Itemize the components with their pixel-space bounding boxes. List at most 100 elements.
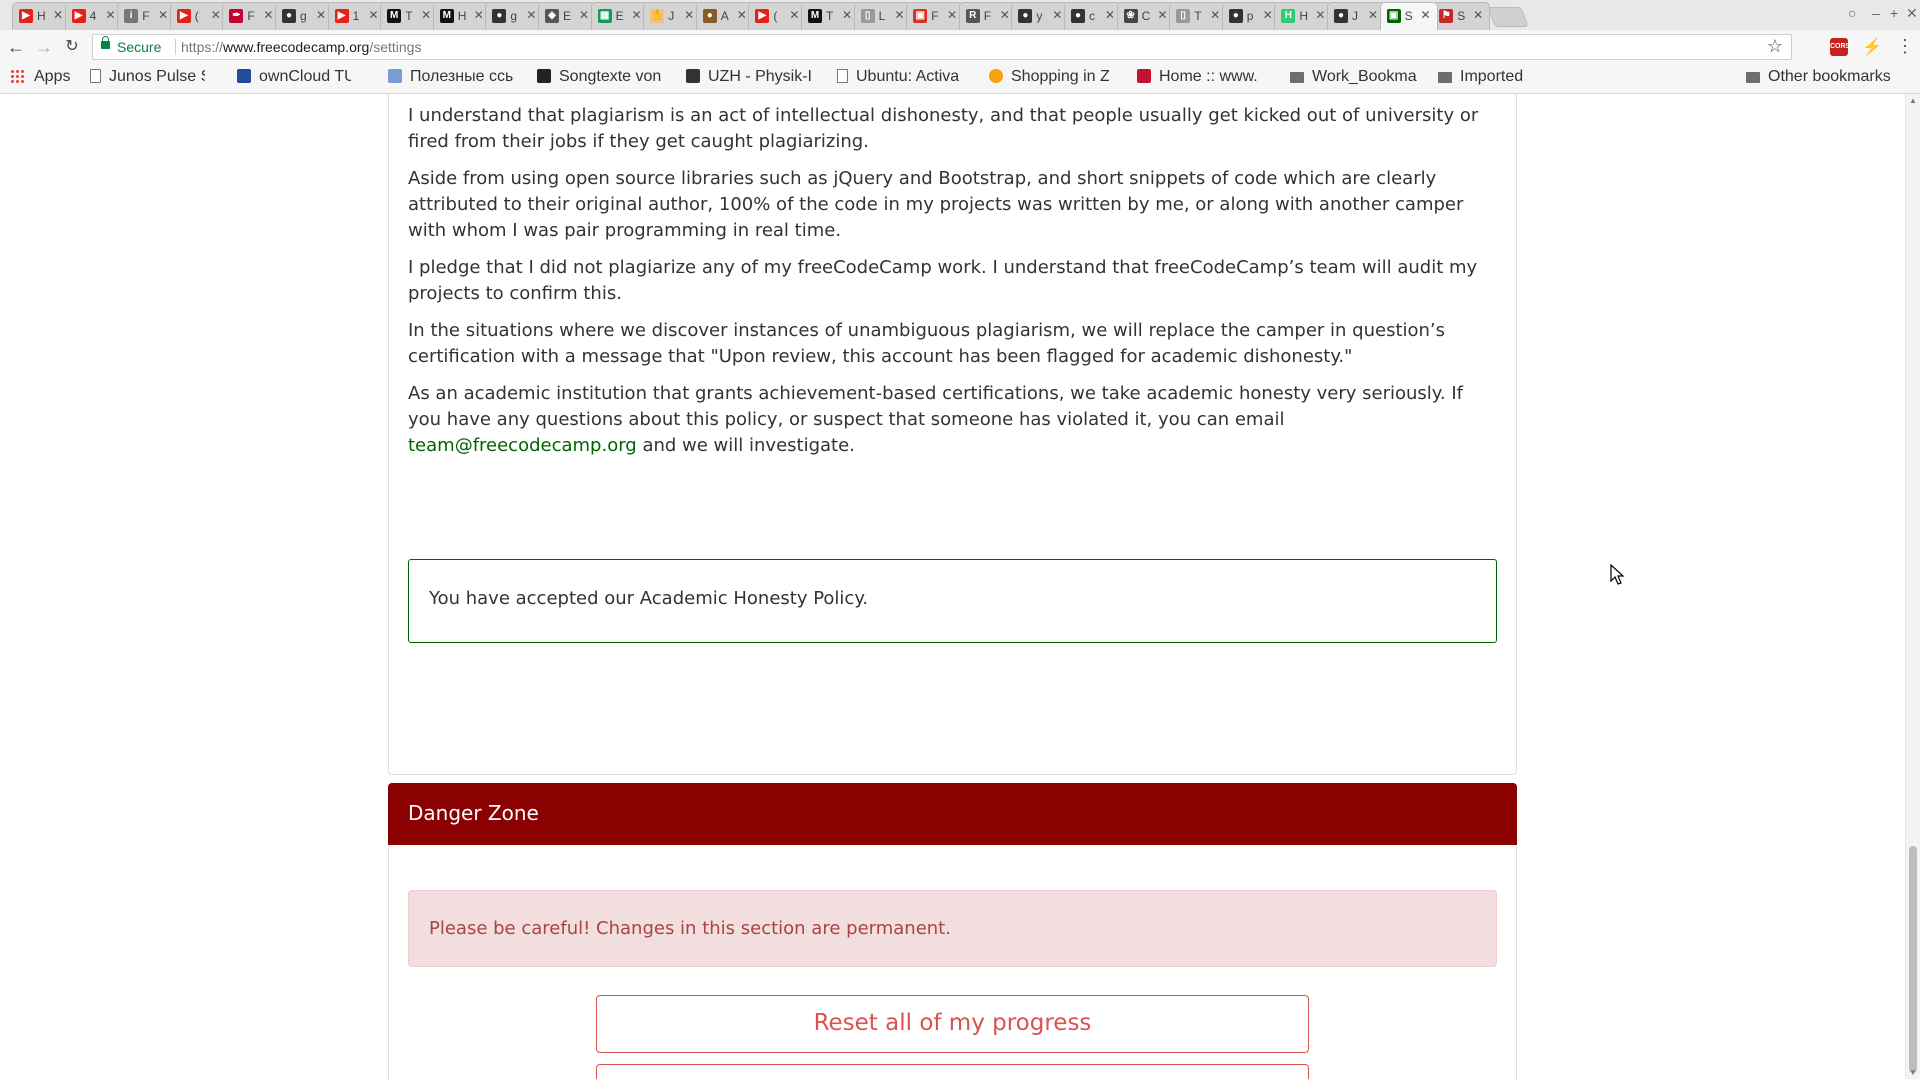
scroll-down-icon[interactable]: ▼ — [1909, 1068, 1917, 1077]
browser-tab[interactable]: ▯ T ✕ — [1169, 2, 1228, 30]
tab-close-icon[interactable]: ✕ — [263, 8, 273, 22]
minimize-icon[interactable]: – — [1872, 5, 1880, 21]
maximize-icon[interactable]: + — [1890, 5, 1898, 21]
bookmark-star-icon[interactable]: ☆ — [1767, 36, 1783, 57]
bookmark-item[interactable]: Imported — [1438, 68, 1523, 86]
url-text[interactable]: https://www.freecodecamp.org/settings — [181, 39, 421, 55]
tab-close-icon[interactable]: ✕ — [474, 8, 484, 22]
browser-tab[interactable]: ▦ E ✕ — [590, 2, 649, 30]
bookmark-item[interactable]: UZH - Physik-I — [686, 68, 812, 86]
browser-tab[interactable]: R F ✕ — [958, 2, 1017, 30]
tab-close-icon[interactable]: ✕ — [1052, 8, 1062, 22]
tab-close-icon[interactable]: ✕ — [947, 8, 957, 22]
next-danger-button[interactable] — [596, 1064, 1309, 1079]
browser-tab[interactable]: ● c ✕ — [1064, 2, 1122, 30]
bookmark-item[interactable]: Junos Pulse Se — [90, 68, 205, 86]
tab-close-icon[interactable]: ✕ — [1105, 8, 1115, 22]
browser-tab[interactable]: ▣ F ✕ — [906, 2, 965, 30]
browser-tab[interactable]: ● p ✕ — [1221, 2, 1280, 30]
page-scrollbar[interactable]: ▲ ▼ — [1905, 94, 1920, 1079]
extension-cors-icon[interactable]: CORS — [1830, 38, 1850, 56]
browser-tab[interactable]: ✋ J ✕ — [643, 2, 702, 30]
honesty-paragraph-3: I pledge that I did not plagiarize any o… — [408, 257, 1478, 304]
extension-bolt-icon[interactable]: ⚡ — [1862, 37, 1882, 57]
tab-close-icon[interactable]: ✕ — [53, 8, 63, 22]
tab-close-icon[interactable]: ✕ — [316, 8, 326, 22]
browser-tab[interactable]: ▶ H ✕ — [12, 2, 70, 30]
browser-menu-icon[interactable]: ⋮ — [1896, 36, 1914, 57]
browser-tab[interactable]: i F ✕ — [117, 2, 176, 30]
tab-close-icon[interactable]: ✕ — [106, 8, 116, 22]
browser-tab[interactable]: M T ✕ — [380, 2, 439, 30]
tab-close-icon[interactable]: ✕ — [632, 8, 642, 22]
browser-tab[interactable]: ▶(✕ — [169, 2, 228, 30]
scroll-thumb[interactable] — [1909, 846, 1917, 1073]
browser-tab[interactable]: M H ✕ — [432, 2, 491, 30]
tab-close-icon[interactable]: ✕ — [158, 8, 168, 22]
bookmark-item[interactable]: Shopping in Zi — [989, 68, 1109, 86]
browser-tab[interactable]: ▯ L ✕ — [853, 2, 912, 30]
bookmark-item[interactable]: Songtexte von — [537, 68, 661, 86]
tab-title: H — [37, 9, 46, 23]
reload-icon[interactable]: ↻ — [60, 35, 84, 59]
profile-icon[interactable]: ○ — [1848, 5, 1856, 21]
tab-close-icon[interactable]: ✕ — [1473, 8, 1483, 22]
address-bar[interactable]: Secure https://www.freecodecamp.org/sett… — [92, 34, 1792, 60]
tab-close-icon[interactable]: ✕ — [1368, 8, 1378, 22]
browser-tab[interactable]: ● g ✕ — [485, 2, 544, 30]
new-tab-button[interactable] — [1487, 7, 1529, 27]
tab-close-icon[interactable]: ✕ — [421, 8, 431, 22]
back-arrow-icon[interactable]: ← — [4, 35, 28, 59]
bookmark-item[interactable]: ownCloud TU — [237, 68, 351, 86]
bookmark-item[interactable]: Work_Bookma — [1290, 68, 1417, 86]
bookmark-label: Songtexte von — [559, 68, 662, 85]
bookmark-other[interactable]: Other bookmarks — [1746, 68, 1891, 86]
tab-close-icon[interactable]: ✕ — [579, 8, 589, 22]
bookmark-apps[interactable]: Apps — [10, 68, 70, 86]
flag-favicon-icon: ⚑ — [1439, 9, 1454, 23]
bookmark-item[interactable]: Home :: www. — [1137, 68, 1258, 86]
orange-circle-icon — [989, 69, 1003, 83]
browser-tab[interactable]: ▶ 4 ✕ — [64, 2, 123, 30]
tab-close-icon[interactable]: ✕ — [1158, 8, 1168, 22]
tab-close-icon[interactable]: ✕ — [684, 8, 694, 22]
tab-close-icon[interactable]: ✕ — [1263, 8, 1273, 22]
browser-tab[interactable]: ● J ✕ — [1327, 2, 1385, 30]
browser-tab[interactable]: H H ✕ — [1274, 2, 1333, 30]
forward-arrow-icon[interactable]: → — [32, 35, 56, 59]
browser-tab[interactable]: ◆ E ✕ — [538, 2, 596, 30]
tab-close-icon[interactable]: ✕ — [789, 8, 799, 22]
browser-tab[interactable]: ▶ 1 ✕ — [327, 2, 386, 30]
browser-tab[interactable]: ✒ F ✕ — [222, 2, 281, 30]
email-link[interactable]: team@freecodecamp.org — [408, 435, 637, 456]
browser-tab[interactable]: ❀ C ✕ — [1116, 2, 1175, 30]
window-close-icon[interactable]: ✕ — [1906, 5, 1918, 22]
tab-title: T — [405, 9, 413, 23]
bookmark-item[interactable]: Ubuntu: Activa — [837, 68, 959, 86]
browser-toolbar: ← → ↻ Secure https://www.freecodecamp.or… — [0, 30, 1920, 64]
accepted-policy-box: You have accepted our Academic Honesty P… — [408, 559, 1497, 643]
scroll-up-icon[interactable]: ▲ — [1909, 96, 1917, 105]
browser-tab[interactable]: ▣ S ✕ — [1379, 2, 1438, 30]
browser-tab[interactable]: ● A ✕ — [695, 2, 754, 30]
tab-close-icon[interactable]: ✕ — [1315, 8, 1325, 22]
browser-tab[interactable]: ⚑ S ✕ — [1432, 2, 1491, 30]
tab-close-icon[interactable]: ✕ — [895, 8, 905, 22]
tab-close-icon[interactable]: ✕ — [737, 8, 747, 22]
browser-tab[interactable]: ● y ✕ — [1011, 2, 1070, 30]
tab-close-icon[interactable]: ✕ — [369, 8, 379, 22]
bookmark-item[interactable]: Полезные ссы — [388, 68, 514, 86]
browser-tab[interactable]: ● g ✕ — [275, 2, 333, 30]
secure-label: Secure — [117, 39, 162, 55]
browser-tab[interactable]: M T ✕ — [801, 2, 859, 30]
tab-close-icon[interactable]: ✕ — [842, 8, 852, 22]
tab-close-icon[interactable]: ✕ — [1421, 8, 1431, 22]
m-icon — [537, 69, 551, 83]
tab-close-icon[interactable]: ✕ — [1210, 8, 1220, 22]
tab-close-icon[interactable]: ✕ — [211, 8, 221, 22]
tab-title: F — [931, 9, 939, 23]
tab-close-icon[interactable]: ✕ — [526, 8, 536, 22]
reset-progress-button[interactable]: Reset all of my progress — [596, 995, 1309, 1053]
tab-close-icon[interactable]: ✕ — [1000, 8, 1010, 22]
browser-tab[interactable]: ▶(✕ — [748, 2, 807, 30]
